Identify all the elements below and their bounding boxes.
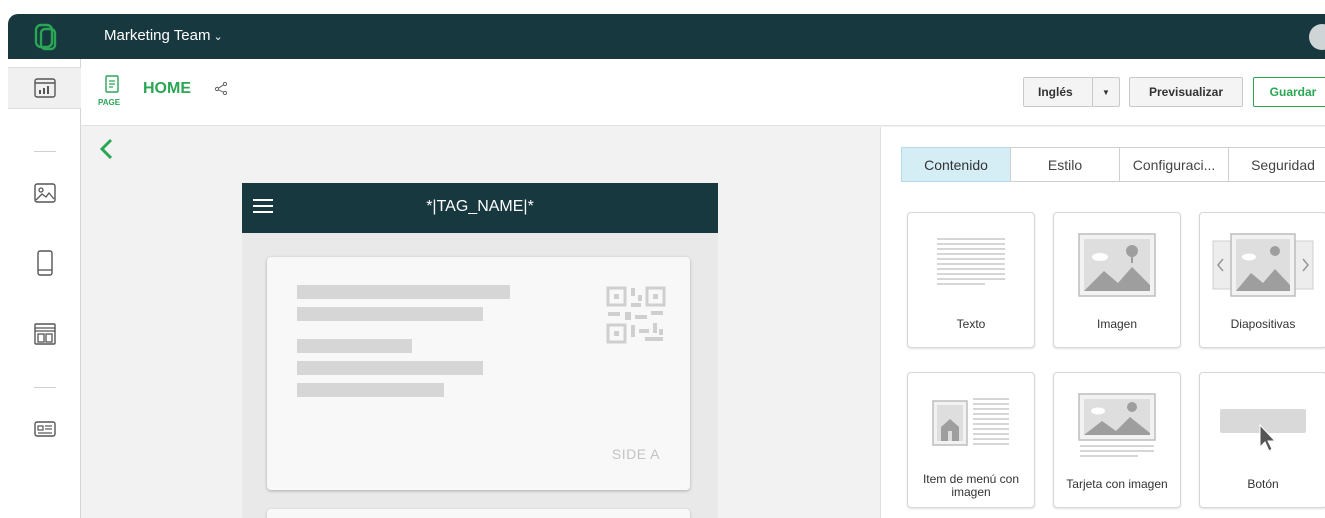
sidebar-item-analytics[interactable]: [8, 67, 81, 109]
side-label: SIDE A: [611, 446, 660, 462]
page-title: HOME: [143, 80, 191, 97]
tile-imagen[interactable]: Imagen: [1053, 212, 1181, 348]
tile-diapositivas[interactable]: Diapositivas: [1199, 212, 1325, 348]
qr-code-icon: [606, 286, 666, 344]
tab-estilo[interactable]: Estilo: [1010, 147, 1120, 182]
text-block-icon: [908, 233, 1034, 291]
tile-label: Texto: [956, 317, 986, 331]
team-selector[interactable]: Marketing Team ⌄: [104, 27, 223, 44]
editor-canvas: *|TAG_NAME|* SIDE A: [82, 127, 880, 518]
sidebar-divider: [34, 387, 56, 388]
sidebar-item-images[interactable]: [8, 172, 81, 214]
placeholder-line: [297, 383, 444, 397]
tile-label: Botón: [1247, 477, 1279, 491]
chevron-down-icon: ⌄: [213, 31, 223, 43]
sidebar-divider: [34, 151, 56, 152]
avatar[interactable]: [1309, 24, 1325, 50]
slideshow-icon: [1200, 233, 1325, 297]
card-image-icon: [1054, 393, 1180, 459]
phone-preview: *|TAG_NAME|* SIDE A: [242, 183, 718, 518]
image-placeholder-icon: [1054, 233, 1180, 297]
tile-item-menu-imagen[interactable]: Item de menú con imagen: [907, 372, 1035, 508]
tab-configuracion[interactable]: Configuraci...: [1119, 147, 1229, 182]
tile-boton[interactable]: Botón: [1199, 372, 1325, 508]
tile-label: Item de menú con imagen: [922, 472, 1020, 499]
page-kind-label: PAGE: [98, 98, 121, 107]
placeholder-line: [297, 307, 483, 321]
share-icon[interactable]: [214, 81, 228, 95]
menu-item-image-icon: [908, 393, 1034, 453]
properties-panel: Contenido Estilo Configuraci... Segurida…: [880, 127, 1325, 518]
sidebar-item-cards[interactable]: [8, 408, 81, 450]
sidebar-item-layout[interactable]: [8, 313, 81, 355]
page-icon: [105, 75, 119, 93]
left-sidebar: [8, 59, 81, 518]
preview-header: *|TAG_NAME|*: [242, 183, 718, 233]
tile-label: Tarjeta con imagen: [1066, 477, 1168, 491]
button-cursor-icon: [1200, 403, 1325, 453]
layout-icon: [33, 323, 56, 345]
panel-tabs: Contenido Estilo Configuraci... Segurida…: [901, 147, 1325, 182]
team-name: Marketing Team: [104, 27, 211, 44]
caret-down-icon[interactable]: ▼: [1092, 77, 1120, 107]
tag-name-title: *|TAG_NAME|*: [426, 198, 534, 215]
card-side-b[interactable]: [267, 509, 690, 518]
placeholder-line: [297, 339, 412, 353]
tab-seguridad[interactable]: Seguridad: [1228, 147, 1325, 182]
page-toolbar: PAGE HOME Inglés ▼ Previsualizar Guardar: [81, 59, 1325, 126]
tile-label: Diapositivas: [1230, 317, 1296, 331]
card-side-a[interactable]: SIDE A: [267, 257, 690, 490]
placeholder-line: [297, 285, 510, 299]
preview-button[interactable]: Previsualizar: [1129, 77, 1243, 107]
card-icon: [33, 421, 56, 437]
save-button[interactable]: Guardar: [1253, 77, 1325, 107]
image-icon: [33, 183, 56, 203]
app-window: Marketing Team ⌄ PAGE HOME Inglés ▼ Prev…: [8, 14, 1325, 518]
tile-texto[interactable]: Texto: [907, 212, 1035, 348]
tile-label: Imagen: [1096, 317, 1138, 331]
tile-tarjeta-imagen[interactable]: Tarjeta con imagen: [1053, 372, 1181, 508]
sidebar-item-mobile[interactable]: [8, 242, 81, 284]
tab-contenido[interactable]: Contenido: [901, 147, 1011, 182]
back-arrow-icon[interactable]: [98, 137, 114, 161]
language-select[interactable]: Inglés: [1023, 77, 1093, 107]
analytics-icon: [33, 78, 56, 98]
placeholder-line: [297, 361, 483, 375]
top-bar: Marketing Team ⌄: [8, 14, 1325, 59]
brand-logo[interactable]: [34, 22, 58, 52]
mobile-icon: [36, 250, 53, 276]
